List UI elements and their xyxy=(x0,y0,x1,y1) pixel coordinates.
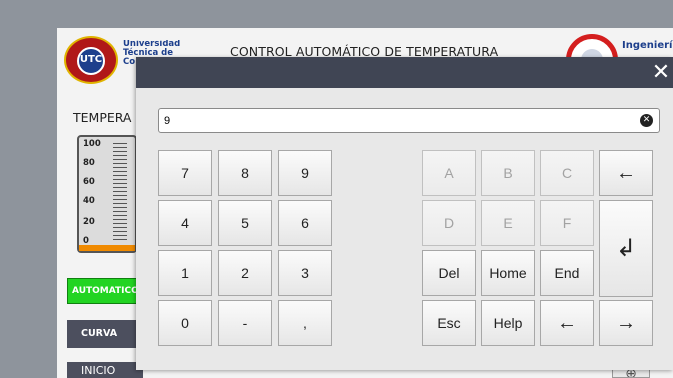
key-2[interactable]: 2 xyxy=(218,250,272,296)
escape-key[interactable]: Esc xyxy=(422,300,476,346)
key-7[interactable]: 7 xyxy=(158,150,212,196)
tick-label: 60 xyxy=(83,177,95,187)
faculty-name: Ingenierí xyxy=(622,40,673,51)
tick-label: 0 xyxy=(83,236,89,246)
temperature-label: TEMPERA xyxy=(73,110,132,125)
key-8[interactable]: 8 xyxy=(218,150,272,196)
tick-label: 20 xyxy=(83,217,95,227)
help-key[interactable]: Help xyxy=(481,300,535,346)
end-key[interactable]: End xyxy=(540,250,594,296)
clear-icon[interactable]: ✕ xyxy=(640,114,653,127)
delete-key[interactable]: Del xyxy=(422,250,476,296)
key-e[interactable]: E xyxy=(481,200,535,246)
key-d[interactable]: D xyxy=(422,200,476,246)
enter-key[interactable]: ↲ xyxy=(599,200,653,297)
keypad-input[interactable] xyxy=(164,112,634,129)
home-key[interactable]: Home xyxy=(481,250,535,296)
key-3[interactable]: 3 xyxy=(278,250,332,296)
key-c[interactable]: C xyxy=(540,150,594,196)
key-f[interactable]: F xyxy=(540,200,594,246)
left-arrow-key[interactable]: ← xyxy=(540,300,594,346)
dialog-title-bar: ✕ xyxy=(136,57,673,88)
backspace-key[interactable]: ← xyxy=(599,150,653,196)
close-icon[interactable]: ✕ xyxy=(649,57,673,88)
key-4[interactable]: 4 xyxy=(158,200,212,246)
key-0[interactable]: 0 xyxy=(158,300,212,346)
key-comma[interactable]: , xyxy=(278,300,332,346)
right-arrow-key[interactable]: → xyxy=(599,300,653,346)
thermometer-scale xyxy=(113,143,127,243)
key-a[interactable]: A xyxy=(422,150,476,196)
keypad-input-field[interactable]: ✕ xyxy=(158,108,660,133)
key-5[interactable]: 5 xyxy=(218,200,272,246)
tick-label: 80 xyxy=(83,158,95,168)
thermometer-gauge: 100 80 60 40 20 0 xyxy=(77,135,137,253)
key-minus[interactable]: - xyxy=(218,300,272,346)
university-logo: UTC xyxy=(64,36,118,84)
curve-button[interactable]: CURVA xyxy=(67,320,143,348)
home-button[interactable]: INICIO xyxy=(67,362,143,378)
key-1[interactable]: 1 xyxy=(158,250,212,296)
key-9[interactable]: 9 xyxy=(278,150,332,196)
tick-label: 40 xyxy=(83,196,95,206)
numeric-keypad-dialog: ✕ ✕ 7 8 9 4 5 6 1 2 3 0 - , A B C ← D E … xyxy=(136,57,673,370)
automatic-button[interactable]: AUTOMATICO xyxy=(67,278,143,304)
tick-label: 100 xyxy=(83,139,101,149)
key-6[interactable]: 6 xyxy=(278,200,332,246)
key-b[interactable]: B xyxy=(481,150,535,196)
